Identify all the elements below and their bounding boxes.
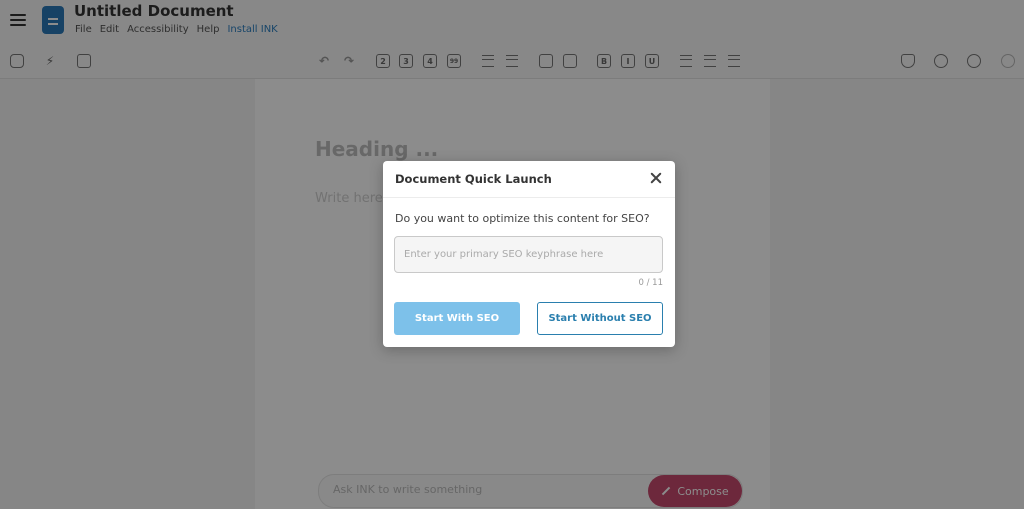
quick-launch-dialog: Document Quick Launch Do you want to opt… (383, 161, 675, 347)
dialog-header: Document Quick Launch (383, 161, 675, 198)
seo-question: Do you want to optimize this content for… (395, 212, 650, 225)
dialog-title: Document Quick Launch (395, 172, 552, 186)
character-counter: 0 / 11 (638, 278, 664, 288)
app-window: Untitled Document File Edit Accessibilit… (0, 0, 1024, 509)
seo-keyphrase-input[interactable] (394, 236, 663, 273)
start-without-seo-button[interactable]: Start Without SEO (537, 302, 663, 335)
start-with-seo-button[interactable]: Start With SEO (394, 302, 520, 335)
close-icon[interactable] (649, 171, 663, 185)
